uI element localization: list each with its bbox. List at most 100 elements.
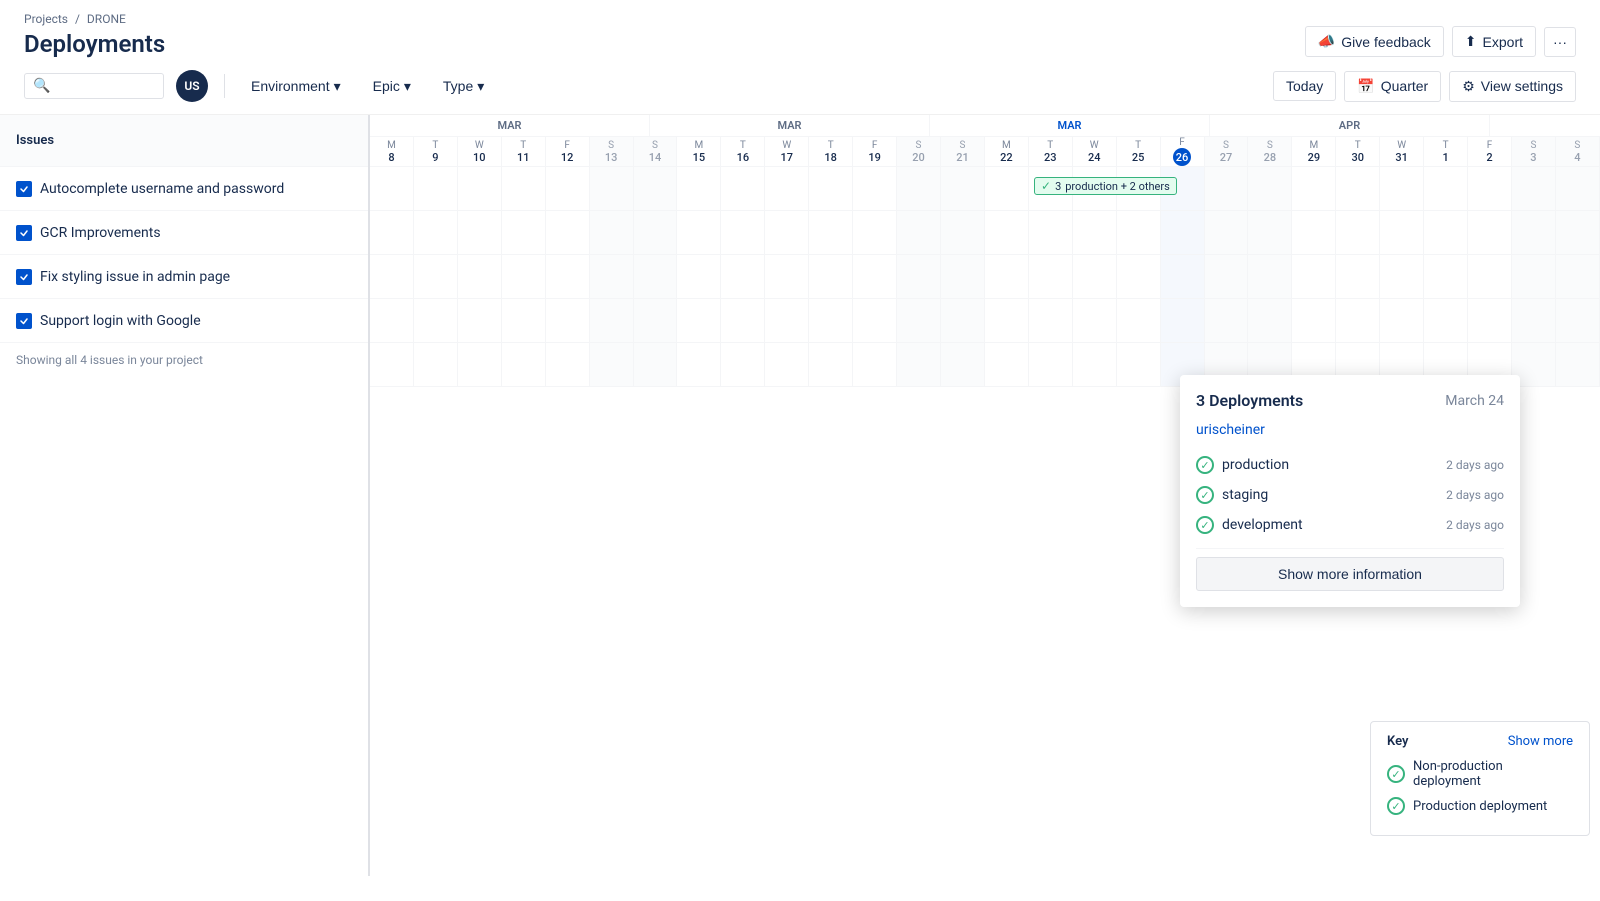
issue-row[interactable]: Fix styling issue in admin page [0, 255, 368, 299]
grid-cell [1205, 299, 1249, 342]
show-more-info-button[interactable]: Show more information [1196, 557, 1504, 591]
search-input[interactable] [56, 78, 155, 94]
deployment-badge[interactable]: ✓ 3 production + 2 others [1034, 177, 1177, 195]
view-settings-label: View settings [1481, 78, 1563, 94]
grid-cell [1248, 299, 1292, 342]
grid-cell [809, 167, 853, 210]
settings-icon: ⚙ [1462, 78, 1475, 95]
grid-cell [458, 343, 502, 386]
day-cell: W10 [458, 137, 502, 166]
day-of-month: 22 [1000, 151, 1013, 164]
avatar: US [176, 70, 208, 102]
deploy-left: ✓ staging [1196, 486, 1268, 504]
calendar-header: MARMARMARAPR M8T9W10T11F12S13S14M15T16W1… [370, 115, 1600, 167]
day-cell: T18 [809, 137, 853, 166]
popup-date: March 24 [1445, 393, 1504, 409]
calendar-container: Issues Autocomplete username and passwor… [0, 115, 1600, 876]
grid-cell [809, 211, 853, 254]
legend-item: ✓ Production deployment [1387, 797, 1573, 815]
grid-cell [458, 299, 502, 342]
calendar-scroll[interactable]: MARMARMARAPR M8T9W10T11F12S13S14M15T16W1… [370, 115, 1600, 876]
popup-divider [1196, 548, 1504, 549]
key-title: Key [1387, 734, 1408, 749]
day-cell: T23 [1029, 137, 1073, 166]
grid-cell [1029, 211, 1073, 254]
day-of-week: T [1443, 140, 1449, 151]
project-link[interactable]: DRONE [87, 12, 126, 26]
day-cell: W31 [1380, 137, 1424, 166]
issue-text: Fix styling issue in admin page [40, 269, 230, 285]
key-show-more[interactable]: Show more [1508, 734, 1573, 749]
day-of-week: M [695, 140, 704, 151]
grid-cell [590, 211, 634, 254]
deploy-time: 2 days ago [1446, 458, 1504, 472]
legend-items: ✓ Non-production deployment ✓ Production… [1387, 759, 1573, 815]
grid-cell [546, 255, 590, 298]
success-icon: ✓ [1196, 456, 1214, 474]
chevron-down-icon: ▾ [334, 78, 341, 95]
grid-cell [1512, 211, 1556, 254]
grid-cell [1117, 211, 1161, 254]
popup-user[interactable]: urischeiner [1196, 422, 1504, 438]
grid-cell [502, 343, 546, 386]
grid-cell [1292, 211, 1336, 254]
grid-cell [1336, 299, 1380, 342]
day-of-month: 25 [1132, 151, 1145, 164]
day-of-month: 11 [517, 151, 530, 164]
grid-cell [941, 255, 985, 298]
day-of-month: 26 [1173, 148, 1191, 166]
day-of-month: 19 [868, 151, 881, 164]
grid-cell [502, 167, 546, 210]
grid-cell [677, 167, 721, 210]
day-of-week: T [1047, 140, 1053, 151]
grid-cell [941, 343, 985, 386]
checkmark-icon [19, 184, 29, 194]
environment-filter[interactable]: Environment ▾ [241, 72, 351, 101]
day-cell: S14 [634, 137, 678, 166]
grid-cell [370, 255, 414, 298]
issues-panel: Issues Autocomplete username and passwor… [0, 115, 370, 876]
view-settings-button[interactable]: ⚙ View settings [1449, 71, 1576, 102]
projects-link[interactable]: Projects [24, 12, 68, 26]
grid-row [370, 299, 1600, 343]
grid-cell [1512, 299, 1556, 342]
export-label: Export [1483, 34, 1523, 50]
more-button[interactable]: ··· [1544, 27, 1576, 57]
day-of-month: 30 [1351, 151, 1364, 164]
grid-cell [414, 211, 458, 254]
grid-cell [1205, 211, 1249, 254]
issue-row[interactable]: Autocomplete username and password [0, 167, 368, 211]
issues-list: Autocomplete username and password GCR I… [0, 167, 368, 343]
day-of-week: T [1355, 140, 1361, 151]
day-of-week: T [1135, 140, 1141, 151]
day-of-month: 29 [1308, 151, 1321, 164]
day-of-week: F [872, 140, 878, 151]
quarter-button[interactable]: 📅 Quarter [1344, 71, 1441, 102]
today-button[interactable]: Today [1273, 71, 1336, 101]
day-of-week: F [1487, 140, 1493, 151]
issue-row[interactable]: GCR Improvements [0, 211, 368, 255]
day-cell: T9 [414, 137, 458, 166]
feedback-button[interactable]: 📣 Give feedback [1305, 26, 1444, 57]
search-box[interactable]: 🔍 [24, 73, 164, 99]
grid-cell [370, 211, 414, 254]
legend-icon: ✓ [1387, 765, 1405, 783]
success-icon: ✓ [1196, 516, 1214, 534]
grid-cell [853, 343, 897, 386]
grid-cell [941, 211, 985, 254]
grid-cell [765, 343, 809, 386]
day-cell: T16 [721, 137, 765, 166]
issue-row[interactable]: Support login with Google [0, 299, 368, 343]
day-of-week: W [782, 140, 791, 151]
export-button[interactable]: ⬆ Export [1452, 26, 1536, 57]
month-label: MAR [370, 115, 650, 136]
type-filter[interactable]: Type ▾ [433, 72, 494, 101]
grid-cell [634, 167, 678, 210]
day-row: M8T9W10T11F12S13S14M15T16W17T18F19S20S21… [370, 137, 1600, 167]
grid-cell [1161, 211, 1205, 254]
epic-filter[interactable]: Epic ▾ [363, 72, 421, 101]
day-of-month: 23 [1044, 151, 1057, 164]
chevron-down-icon: ▾ [477, 78, 484, 95]
day-of-week: S [608, 140, 614, 151]
day-cell: F12 [546, 137, 590, 166]
